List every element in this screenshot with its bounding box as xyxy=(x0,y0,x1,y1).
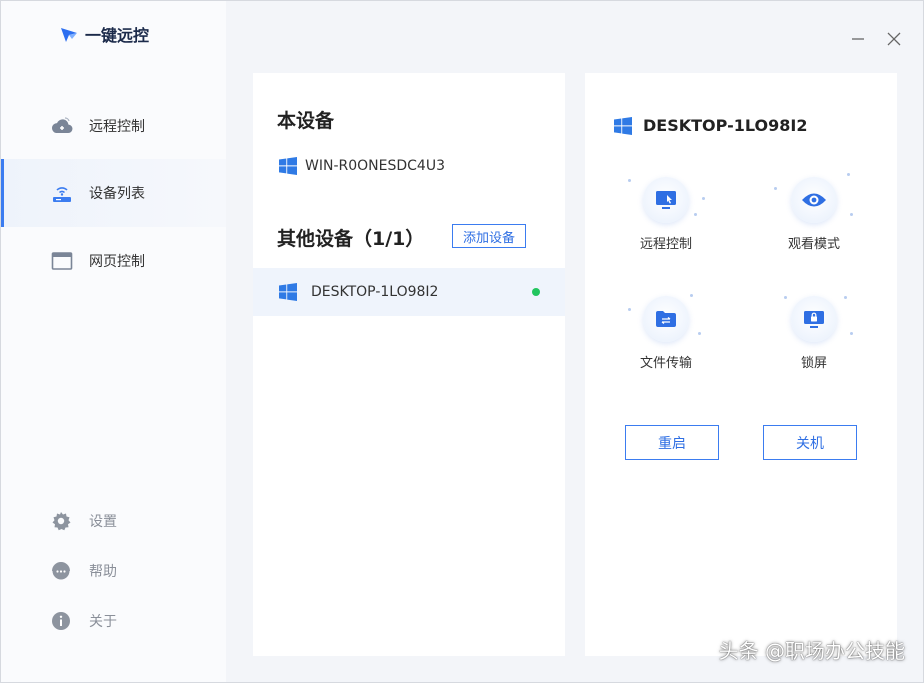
decor-dot xyxy=(702,197,705,200)
detail-device-name: DESKTOP-1LO98I2 xyxy=(643,116,808,135)
decor-dot xyxy=(847,173,850,176)
lock-screen-action[interactable]: 锁屏 xyxy=(754,296,874,396)
cloud-remote-icon xyxy=(51,117,73,134)
decor-dot xyxy=(784,296,787,299)
sidebar-item-label: 设置 xyxy=(89,514,117,530)
sidebar-item-label: 关于 xyxy=(89,614,117,630)
other-devices-title: 其他设备（1/1） xyxy=(277,228,425,250)
sidebar-item-label: 设备列表 xyxy=(89,186,145,202)
decor-dot xyxy=(850,332,853,335)
remote-control-button[interactable] xyxy=(643,177,689,223)
local-device-name: WIN-R0ONESDC4U3 xyxy=(305,158,445,174)
decor-dot xyxy=(774,187,777,190)
remote-control-action[interactable]: 远程控制 xyxy=(606,177,726,277)
eye-icon xyxy=(802,193,826,207)
watermark-text: 头条 @职场办公技能 xyxy=(718,639,905,663)
logo-icon xyxy=(61,28,77,42)
decor-dot xyxy=(698,332,701,335)
app-window: 一键远控 远程控制 设备列表 网页控制 设置 帮助 关于 本设备 WIN-R0O… xyxy=(0,0,924,683)
shutdown-button[interactable]: 关机 xyxy=(763,425,857,460)
router-device-icon xyxy=(53,187,71,202)
decor-dot xyxy=(690,294,693,297)
close-icon[interactable] xyxy=(884,29,904,49)
windows-icon xyxy=(614,117,632,135)
local-device-row[interactable]: WIN-R0ONESDC4U3 xyxy=(253,142,565,190)
watch-mode-action[interactable]: 观看模式 xyxy=(754,173,874,277)
action-label: 观看模式 xyxy=(787,237,840,252)
file-transfer-action[interactable]: 文件传输 xyxy=(606,294,726,396)
monitor-cursor-icon xyxy=(656,191,676,209)
minimize-icon[interactable] xyxy=(848,29,868,49)
sidebar: 一键远控 远程控制 设备列表 网页控制 设置 帮助 关于 xyxy=(1,1,226,682)
action-label: 文件传输 xyxy=(639,356,692,371)
sidebar-item-label: 帮助 xyxy=(89,564,117,580)
sidebar-item-remote-control[interactable]: 远程控制 xyxy=(1,92,226,160)
sidebar-item-about[interactable]: 关于 xyxy=(1,601,226,641)
folder-transfer-icon xyxy=(656,311,676,327)
app-logo: 一键远控 xyxy=(59,23,149,45)
decor-dot xyxy=(844,296,847,299)
lock-screen-icon xyxy=(804,311,824,328)
online-status-dot xyxy=(532,288,540,296)
sidebar-item-web-control[interactable]: 网页控制 xyxy=(1,227,226,295)
watch-mode-button[interactable] xyxy=(791,177,837,223)
decor-dot xyxy=(694,213,697,216)
decor-dot xyxy=(628,308,631,311)
action-label: 远程控制 xyxy=(639,237,692,252)
windows-icon xyxy=(279,283,297,301)
local-device-title: 本设备 xyxy=(277,110,335,132)
sidebar-item-device-list[interactable]: 设备列表 xyxy=(1,159,226,227)
device-detail-panel: DESKTOP-1LO98I2 远程控制 观看模式 文件传输 锁屏 重启 关机 xyxy=(585,73,897,656)
device-list-panel: 本设备 WIN-R0ONESDC4U3 其他设备（1/1） 添加设备 DESKT… xyxy=(253,73,565,656)
sidebar-item-label: 远程控制 xyxy=(89,119,145,135)
app-title: 一键远控 xyxy=(85,26,150,45)
lock-screen-button[interactable] xyxy=(791,296,837,342)
add-device-button[interactable]: 添加设备 xyxy=(452,224,526,248)
decor-dot xyxy=(628,179,631,182)
sidebar-item-settings[interactable]: 设置 xyxy=(1,501,226,541)
gear-icon xyxy=(52,512,71,531)
file-transfer-button[interactable] xyxy=(643,296,689,342)
restart-button[interactable]: 重启 xyxy=(625,425,719,460)
sidebar-item-label: 网页控制 xyxy=(89,254,145,270)
info-icon xyxy=(52,612,70,630)
device-list-item[interactable]: DESKTOP-1LO98I2 xyxy=(253,268,565,316)
windows-icon xyxy=(279,157,297,175)
sidebar-item-help[interactable]: 帮助 xyxy=(1,551,226,591)
decor-dot xyxy=(850,213,853,216)
device-name: DESKTOP-1LO98I2 xyxy=(311,284,439,300)
chat-help-icon xyxy=(52,562,70,580)
browser-window-icon xyxy=(51,252,73,270)
action-label: 锁屏 xyxy=(800,356,827,371)
